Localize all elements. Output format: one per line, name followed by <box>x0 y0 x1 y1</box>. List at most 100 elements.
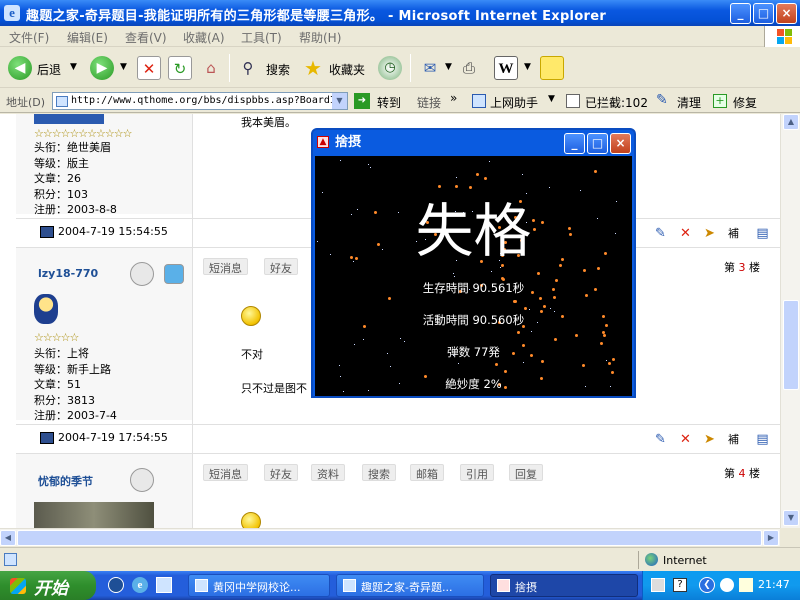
print-icon[interactable]: ⎙ <box>457 56 481 80</box>
address-input[interactable]: http://www.qthome.org/bbs/dispbbs.asp?Bo… <box>52 92 348 110</box>
edit-dropdown-icon[interactable]: ▼ <box>524 62 531 72</box>
supplement-button[interactable]: 補 <box>725 431 742 448</box>
close-button[interactable]: × <box>776 3 797 24</box>
post-2-avatar-image <box>34 294 58 324</box>
menu-view[interactable]: 查看(V) <box>125 29 167 46</box>
profile-button[interactable]: 资料 <box>311 464 345 481</box>
keyboard-icon[interactable] <box>651 578 665 592</box>
menu-favorites[interactable]: 收藏(A) <box>183 29 225 46</box>
network-icon[interactable] <box>720 578 734 592</box>
refresh-icon[interactable]: ↻ <box>168 56 192 80</box>
reply-button[interactable]: 回复 <box>509 464 543 481</box>
start-logo-icon <box>10 578 26 594</box>
word-edit-icon[interactable]: W <box>494 56 518 80</box>
media-player-icon[interactable] <box>108 577 124 593</box>
address-dropdown-icon[interactable]: ▼ <box>332 93 347 109</box>
star <box>489 161 490 162</box>
bullet <box>484 177 487 180</box>
popup-blocker-icon[interactable] <box>566 94 580 108</box>
friend-button[interactable]: 好友 <box>264 258 298 275</box>
search-icon[interactable]: ⚲ <box>236 56 260 80</box>
bullet <box>504 370 507 373</box>
game-minimize-button[interactable]: _ <box>564 133 585 154</box>
blocked-count[interactable]: 已拦截:102 <box>585 94 648 111</box>
game-canvas[interactable]: 失格 生存時間 90.561秒 活動時間 90.560秒 弾数 77発 絶妙度 … <box>315 156 632 396</box>
search-label[interactable]: 搜索 <box>266 61 290 78</box>
forward-arrow-icon[interactable]: ▶ <box>90 56 114 80</box>
mail-icon[interactable]: ✉ <box>418 56 442 80</box>
supplement-button[interactable]: 補 <box>725 225 742 242</box>
edit-icon[interactable]: ✎ <box>652 431 669 448</box>
bullet <box>608 362 611 365</box>
lock-doc-icon[interactable]: ▤ <box>754 225 771 242</box>
links-chevron-icon[interactable]: » <box>450 91 457 105</box>
home-icon[interactable]: ⌂ <box>199 56 223 80</box>
tray-expand-icon[interactable]: ❮ <box>699 577 715 593</box>
volume-icon[interactable] <box>739 578 753 592</box>
lock-doc-icon[interactable]: ▤ <box>754 431 771 448</box>
repair-button[interactable]: 修复 <box>733 94 757 111</box>
menu-help[interactable]: 帮助(H) <box>299 29 341 46</box>
vertical-scrollbar[interactable]: ▲ ▼ <box>780 114 800 528</box>
horizontal-scrollbar[interactable]: ◀ ▶ <box>0 528 780 546</box>
stop-icon[interactable]: ✕ <box>137 56 161 80</box>
game-maximize-button[interactable]: □ <box>587 133 608 154</box>
ie-quicklaunch-icon[interactable]: e <box>132 577 148 593</box>
minimize-button[interactable]: _ <box>730 3 751 24</box>
back-label[interactable]: 后退 <box>37 61 61 78</box>
task-hgzx[interactable]: 黄冈中学网校论... <box>188 574 330 597</box>
scroll-up-icon[interactable]: ▲ <box>783 114 799 130</box>
post-3-username[interactable]: 忧郁的季节 <box>38 473 93 489</box>
mail-dropdown-icon[interactable]: ▼ <box>445 62 452 72</box>
repair-icon[interactable]: + <box>713 94 727 108</box>
forward-dropdown-icon[interactable]: ▼ <box>120 62 127 72</box>
search-button[interactable]: 搜索 <box>362 464 396 481</box>
game-window[interactable]: 捨摂 ▲ _ □ × 失格 生存時間 90.561秒 活動時間 90.560秒 … <box>311 128 636 398</box>
menu-file[interactable]: 文件(F) <box>9 29 49 46</box>
go-arrow-icon[interactable]: ➜ <box>354 93 370 109</box>
helper-button[interactable]: 上网助手 <box>490 94 538 111</box>
go-button[interactable]: 转到 <box>377 94 401 111</box>
favorites-label[interactable]: 收藏夹 <box>329 61 365 78</box>
desktop-icon[interactable] <box>156 577 172 593</box>
links-label[interactable]: 链接 <box>417 94 441 111</box>
menu-edit[interactable]: 编辑(E) <box>67 29 108 46</box>
maximize-button[interactable]: □ <box>753 3 774 24</box>
task-qthome[interactable]: 趣题之家-奇异题... <box>336 574 484 597</box>
email-button[interactable]: 邮箱 <box>410 464 444 481</box>
helper-dropdown-icon[interactable]: ▼ <box>548 94 555 104</box>
game-close-button[interactable]: × <box>610 133 631 154</box>
move-icon[interactable]: ➤ <box>701 225 718 242</box>
hscroll-thumb[interactable] <box>17 530 762 546</box>
bullet <box>539 297 542 300</box>
discuss-note-icon[interactable] <box>540 56 564 80</box>
clean-brush-icon[interactable]: ✎ <box>656 92 668 108</box>
quote-button[interactable]: 引用 <box>460 464 494 481</box>
scroll-down-icon[interactable]: ▼ <box>783 510 799 526</box>
menu-tools[interactable]: 工具(T) <box>241 29 282 46</box>
help-icon[interactable]: ? <box>673 578 687 592</box>
scroll-right-icon[interactable]: ▶ <box>763 530 779 546</box>
delete-icon[interactable]: ✕ <box>677 431 694 448</box>
friend-button[interactable]: 好友 <box>264 464 298 481</box>
message-button[interactable]: 短消息 <box>203 464 248 481</box>
scroll-left-icon[interactable]: ◀ <box>0 530 16 546</box>
helper-icon[interactable] <box>472 94 486 108</box>
favorites-star-icon[interactable]: ★ <box>301 56 325 80</box>
history-icon[interactable]: ◷ <box>378 56 402 80</box>
clean-button[interactable]: 清理 <box>677 94 701 111</box>
post-2-text-2: 只不过是图不 <box>241 382 307 395</box>
star <box>523 362 524 363</box>
title-bar[interactable]: e 趣题之家-奇异题目-我能证明所有的三角形都是等腰三角形。 - Microso… <box>0 0 800 26</box>
post-2-text-1: 不对 <box>241 348 263 361</box>
task-game[interactable]: 捨摂 <box>490 574 638 597</box>
back-dropdown-icon[interactable]: ▼ <box>70 62 77 72</box>
delete-icon[interactable]: ✕ <box>677 225 694 242</box>
message-button[interactable]: 短消息 <box>203 258 248 275</box>
move-icon[interactable]: ➤ <box>701 431 718 448</box>
edit-icon[interactable]: ✎ <box>652 225 669 242</box>
scroll-thumb[interactable] <box>783 300 799 390</box>
start-button[interactable]: 开始 <box>0 571 96 600</box>
post-2-username[interactable]: lzy18-770 <box>38 267 98 280</box>
back-arrow-icon[interactable]: ◀ <box>8 56 32 80</box>
